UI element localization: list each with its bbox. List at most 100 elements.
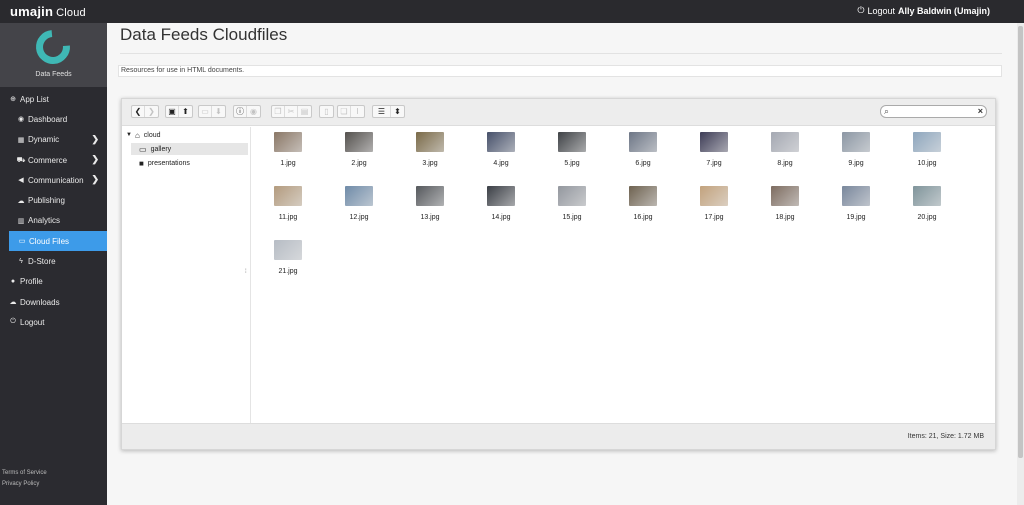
tree-node-cloud[interactable]: ▼ ⌂ cloud xyxy=(126,129,161,141)
file-item[interactable]: 17.jpg xyxy=(689,183,739,229)
file-item[interactable]: 15.jpg xyxy=(547,183,597,229)
app-logo-label: Data Feeds xyxy=(35,71,72,78)
sidebar: Data Feeds ⊕ App List ◉ Dashboard ▦ Dynamic ❯ ⛟… xyxy=(0,23,107,505)
sidebar-item-label: Cloud Files xyxy=(29,236,70,246)
file-name: 2.jpg xyxy=(351,160,367,167)
file-item[interactable]: 7.jpg xyxy=(689,129,739,175)
file-item[interactable]: 16.jpg xyxy=(618,183,668,229)
page-scrollbar-thumb[interactable] xyxy=(1018,26,1023,458)
sidebar-item-label: App List xyxy=(20,94,49,104)
file-name: 5.jpg xyxy=(564,160,580,167)
file-name: 21.jpg xyxy=(278,268,298,275)
sidebar-nav: ⊕ App List ◉ Dashboard ▦ Dynamic ❯ ⛟ Commerce ❯ ◀ C… xyxy=(0,89,107,333)
sidebar-item-label: Communication xyxy=(28,175,84,185)
tree-node-gallery[interactable]: ▭ gallery xyxy=(131,143,248,155)
file-thumbnail xyxy=(629,132,657,152)
sidebar-item-logout[interactable]: ⏻ Logout xyxy=(0,312,107,332)
sidebar-item-publishing[interactable]: ☁ Publishing xyxy=(0,190,107,210)
new-folder-button[interactable]: ▣ xyxy=(166,106,179,117)
sidebar-item-commerce[interactable]: ⛟ Commerce ❯ xyxy=(0,150,107,170)
file-name: 1.jpg xyxy=(280,160,296,167)
sidebar-item-dynamic[interactable]: ▦ Dynamic ❯ xyxy=(0,130,107,150)
file-name: 4.jpg xyxy=(493,160,509,167)
file-thumbnail xyxy=(416,132,444,152)
download-icon: ⬇ xyxy=(215,107,222,116)
rename-button[interactable]: I xyxy=(351,106,364,117)
file-name: 20.jpg xyxy=(917,214,937,221)
file-item[interactable]: 2.jpg xyxy=(334,129,384,175)
paste-icon: ▤ xyxy=(300,107,309,116)
chevron-right-icon: ❯ xyxy=(148,107,155,116)
file-item[interactable]: 8.jpg xyxy=(760,129,810,175)
info-icon: ⓘ xyxy=(236,107,244,116)
sidebar-item-d-store[interactable]: ϟ D-Store xyxy=(0,251,107,271)
sort-button[interactable]: ⬍ xyxy=(391,106,404,117)
file-item[interactable]: 13.jpg xyxy=(405,183,455,229)
file-item[interactable]: 14.jpg xyxy=(476,183,526,229)
sidebar-item-downloads[interactable]: ☁ Downloads xyxy=(0,292,107,312)
sidebar-item-label: D-Store xyxy=(28,257,56,267)
tree-node-presentations[interactable]: ■ presentations xyxy=(139,157,190,169)
sidebar-item-dashboard[interactable]: ◉ Dashboard xyxy=(0,109,107,129)
duplicate-button[interactable]: ❏ xyxy=(338,106,351,117)
page-title: Data Feeds Cloudfiles xyxy=(120,25,288,44)
file-thumbnail xyxy=(345,186,373,206)
power-icon: ⏻ xyxy=(857,5,865,15)
chevron-left-icon: ❮ xyxy=(134,107,142,116)
sidebar-item-analytics[interactable]: ▥ Analytics xyxy=(0,211,107,231)
download-button[interactable]: ⬇ xyxy=(212,106,225,117)
sidebar-item-cloud-files[interactable]: ▭ Cloud Files xyxy=(9,231,107,252)
rename-button-group: ❏ I xyxy=(337,105,365,118)
search-input[interactable] xyxy=(893,107,977,116)
file-item[interactable]: 11.jpg xyxy=(263,183,313,229)
file-item[interactable]: 5.jpg xyxy=(547,129,597,175)
preview-button[interactable]: ◉ xyxy=(247,106,260,117)
file-name: 8.jpg xyxy=(777,160,793,167)
page-description: Resources for use in HTML documents. xyxy=(118,65,1002,77)
file-name: 6.jpg xyxy=(635,160,651,167)
sidebar-item-app-list[interactable]: ⊕ App List xyxy=(0,89,107,109)
edit-button-group: ❐ ✂ ▤ xyxy=(271,105,312,118)
view-mode-button[interactable]: ☰ xyxy=(373,106,391,117)
file-item[interactable]: 10.jpg xyxy=(902,129,952,175)
chevron-right-icon: ❯ xyxy=(91,133,99,144)
sidebar-item-profile[interactable]: ● Profile xyxy=(0,272,107,292)
status-bar: Items: 21, Size: 1.72 MB xyxy=(122,423,995,449)
sidebar-app-logo[interactable]: Data Feeds xyxy=(0,23,107,87)
file-item[interactable]: 6.jpg xyxy=(618,129,668,175)
chevron-right-icon: ❯ xyxy=(91,153,99,164)
sidebar-item-communication[interactable]: ◀ Communication ❯ xyxy=(0,170,107,190)
paste-button[interactable]: ▤ xyxy=(298,106,311,117)
file-item[interactable]: 21.jpg xyxy=(263,237,313,283)
terms-link[interactable]: Terms of Service xyxy=(2,468,47,479)
cut-button[interactable]: ✂ xyxy=(285,106,298,117)
brand-logo[interactable]: umajin Cloud xyxy=(10,4,86,19)
file-item[interactable]: 4.jpg xyxy=(476,129,526,175)
back-button[interactable]: ❮ xyxy=(132,106,145,117)
delete-button[interactable]: ▯ xyxy=(320,106,333,117)
open-folder-button[interactable]: ▭ xyxy=(199,106,212,117)
plus-circle-icon: ⊕ xyxy=(10,96,16,104)
file-item[interactable]: 12.jpg xyxy=(334,183,384,229)
copy-button[interactable]: ❐ xyxy=(272,106,285,117)
file-name: 7.jpg xyxy=(706,160,722,167)
file-item[interactable]: 1.jpg xyxy=(263,129,313,175)
sidebar-item-label: Publishing xyxy=(28,196,65,206)
info-button[interactable]: ⓘ xyxy=(234,106,247,117)
clear-search-icon[interactable]: × xyxy=(978,106,983,116)
folder-icon: ▭ xyxy=(201,107,209,116)
file-item[interactable]: 19.jpg xyxy=(831,183,881,229)
file-thumbnail xyxy=(416,186,444,206)
privacy-link[interactable]: Privacy Policy xyxy=(2,479,47,490)
caret-down-icon[interactable]: ▼ xyxy=(126,132,132,138)
file-item[interactable]: 18.jpg xyxy=(760,183,810,229)
power-icon: ⏻ xyxy=(10,318,16,326)
file-item[interactable]: 9.jpg xyxy=(831,129,881,175)
tree-resize-handle[interactable]: ⁞ xyxy=(245,269,247,275)
dashboard-icon: ◉ xyxy=(17,116,25,124)
file-item[interactable]: 20.jpg xyxy=(902,183,952,229)
file-item[interactable]: 3.jpg xyxy=(405,129,455,175)
forward-button[interactable]: ❯ xyxy=(145,106,158,117)
upload-button[interactable]: ⬆ xyxy=(179,106,192,117)
logout-link[interactable]: ⏻ Logout Ally Baldwin (Umajin) xyxy=(857,5,990,16)
